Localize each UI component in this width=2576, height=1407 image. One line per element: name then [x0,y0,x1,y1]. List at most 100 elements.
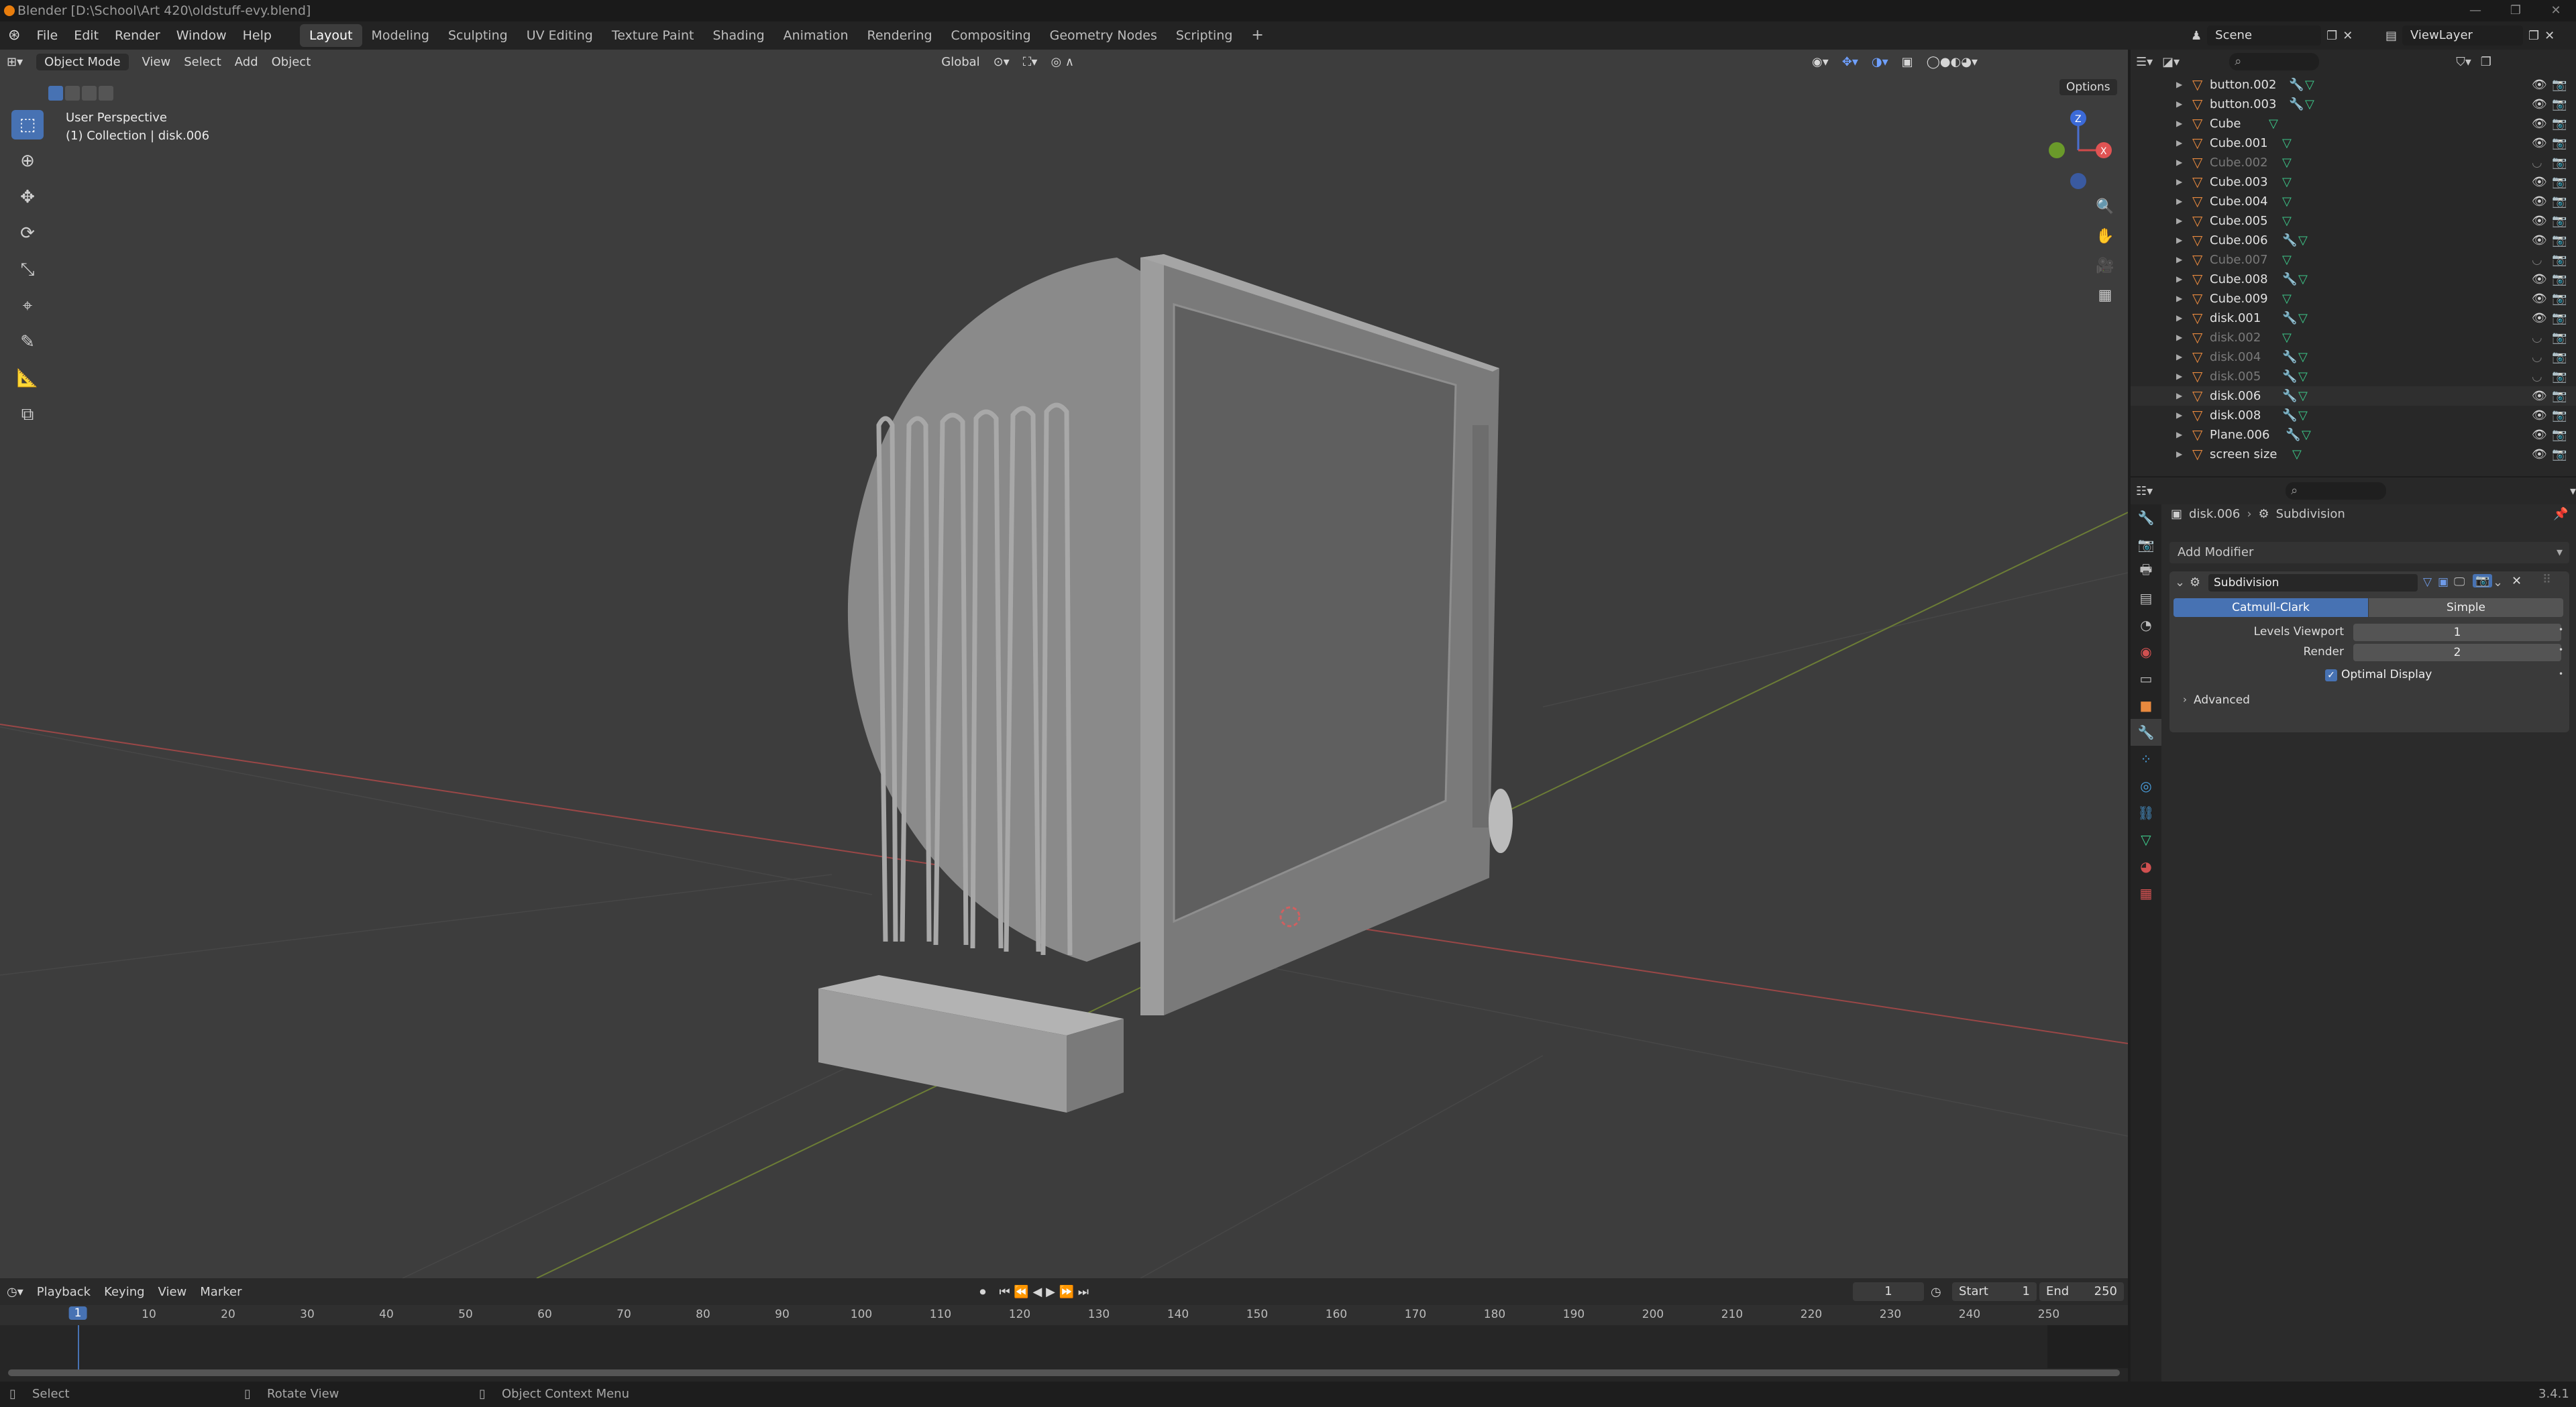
menu-edit[interactable]: Edit [66,21,107,50]
render-camera-icon[interactable]: 📷 [2552,153,2567,172]
outliner-row[interactable]: ▶ ▽ Cube.007 ▽ ◡ 📷 [2131,250,2576,270]
timeline-menu-keying[interactable]: Keying [97,1285,151,1299]
select-new-icon[interactable] [48,86,63,101]
outliner-row[interactable]: ▶ ▽ Cube.009 ▽ 👁 📷 [2131,289,2576,308]
render-camera-icon[interactable]: 📷 [2552,211,2567,231]
outliner-item-name[interactable]: Cube.008 [2210,270,2268,289]
outliner-row[interactable]: ▶ ▽ Cube.002 ▽ ◡ 📷 [2131,153,2576,172]
pin-icon[interactable]: 📌 [2553,507,2568,521]
visibility-eye-icon[interactable]: 👁 [2532,445,2547,464]
display-mode-icon[interactable]: ◪▾ [2162,55,2180,69]
advanced-chevron-icon[interactable]: › [2183,693,2187,706]
outliner-item-name[interactable]: disk.008 [2210,406,2261,425]
modifier-menu-icon[interactable]: ⌄ [2493,575,2503,589]
optimal-display-checkbox[interactable]: ✓ [2325,669,2337,681]
select-invert-icon[interactable] [99,86,113,101]
render-camera-icon[interactable]: 📷 [2552,347,2567,367]
visibility-eye-icon[interactable]: 👁 [2532,95,2547,114]
render-camera-icon[interactable]: 📷 [2552,250,2567,270]
add-workspace-icon[interactable]: + [1242,24,1273,47]
expand-chevron-icon[interactable]: ▶ [2176,328,2182,347]
mesh-data-icon[interactable]: ▽ [2282,153,2292,172]
expand-chevron-icon[interactable]: ▶ [2176,133,2182,153]
expand-chevron-icon[interactable]: ▶ [2176,211,2182,231]
keyframe-dot-icon[interactable]: • [2559,669,2563,679]
drag-handle-icon[interactable]: ⠿ [2542,573,2551,587]
outliner-item-name[interactable]: Cube.009 [2210,289,2268,308]
menu-file[interactable]: File [28,21,66,50]
minimize-button[interactable]: — [2455,0,2496,21]
visibility-eye-icon[interactable]: 👁 [2532,133,2547,153]
expand-chevron-icon[interactable]: ▶ [2176,172,2182,192]
render-toggle-icon[interactable]: 📷 [2473,574,2493,587]
tab-geometry-nodes[interactable]: Geometry Nodes [1040,24,1167,47]
visibility-eye-icon[interactable]: ◡ [2532,250,2542,270]
tab-layout[interactable]: Layout [299,24,362,47]
mesh-data-icon[interactable]: ▽ [2282,133,2292,153]
mesh-data-icon[interactable]: ▽ [2298,308,2308,328]
shading-modes-icon[interactable]: ◯●◐◕▾ [1920,55,1984,69]
start-frame-field[interactable]: Start 1 [1952,1282,2037,1301]
modifier-wrench-icon[interactable]: 🔧 [2282,347,2297,367]
modifier-wrench-icon[interactable]: 🔧 [2282,231,2297,250]
mesh-data-icon[interactable]: ▽ [2282,328,2292,347]
expand-chevron-icon[interactable]: ▶ [2176,114,2182,133]
outliner-editor-icon[interactable]: ☰▾ [2136,55,2153,69]
visibility-eye-icon[interactable]: 👁 [2532,406,2547,425]
expand-chevron-icon[interactable]: ▶ [2176,445,2182,464]
timeline-editor[interactable]: ◷▾ Playback Keying View Marker ⏺ ⏮ ⏪ ◀ ▶… [0,1278,2128,1382]
tab-texture-paint[interactable]: Texture Paint [602,24,704,47]
maximize-button[interactable]: ❐ [2496,0,2536,21]
delete-scene-icon[interactable]: ✕ [2343,29,2353,43]
keyframe-dot-icon[interactable]: • [2559,645,2563,655]
visibility-eye-icon[interactable]: 👁 [2532,114,2547,133]
visibility-eye-icon[interactable]: 👁 [2532,270,2547,289]
tool-tab-icon[interactable]: 🔧 [2131,504,2161,531]
render-camera-icon[interactable]: 📷 [2552,231,2567,250]
outliner-item-name[interactable]: Cube.003 [2210,172,2268,192]
tab-shading[interactable]: Shading [703,24,773,47]
timeline-menu-view[interactable]: View [152,1285,194,1299]
timeline-editor-type-icon[interactable]: ◷▾ [0,1285,30,1299]
outliner-item-name[interactable]: Plane.006 [2210,425,2269,445]
transform-orientation-dropdown[interactable]: Global [934,55,986,69]
expand-chevron-icon[interactable]: ▶ [2176,308,2182,328]
outliner-row[interactable]: ▶ ▽ button.002 🔧 ▽ 👁 📷 [2131,75,2576,95]
tab-compositing[interactable]: Compositing [942,24,1040,47]
modifier-wrench-icon[interactable]: 🔧 [2282,406,2297,425]
delete-viewlayer-icon[interactable]: ✕ [2544,29,2555,43]
snap-icon[interactable]: ⛶▾ [1016,55,1044,69]
render-camera-icon[interactable]: 📷 [2552,75,2567,95]
mesh-data-icon[interactable]: ▽ [2282,289,2292,308]
render-camera-icon[interactable]: 📷 [2552,308,2567,328]
visibility-eye-icon[interactable]: ◡ [2532,328,2542,347]
expand-chevron-icon[interactable]: ▶ [2176,231,2182,250]
expand-chevron-icon[interactable]: ▶ [2176,75,2182,95]
render-camera-icon[interactable]: 📷 [2552,172,2567,192]
expand-chevron-icon[interactable]: ▶ [2176,95,2182,114]
measure-icon[interactable]: 📐 [11,363,44,393]
physics-tab-icon[interactable]: ◎ [2131,773,2161,799]
outliner-item-name[interactable]: disk.002 [2210,328,2261,347]
outliner-row[interactable]: ▶ ▽ disk.001 🔧 ▽ 👁 📷 [2131,308,2576,328]
playback-controls[interactable]: ⏮ ⏪ ◀ ▶ ⏩ ⏭ [992,1285,1095,1299]
mesh-data-icon[interactable]: ▽ [2305,75,2314,95]
select-extend-icon[interactable] [65,86,80,101]
expand-chevron-icon[interactable]: ▶ [2176,192,2182,211]
render-camera-icon[interactable]: 📷 [2552,406,2567,425]
overlays-icon[interactable]: ◑▾ [1865,55,1895,69]
outliner-row[interactable]: ▶ ▽ Cube.001 ▽ 👁 📷 [2131,133,2576,153]
render-camera-icon[interactable]: 📷 [2552,445,2567,464]
menu-render[interactable]: Render [107,21,168,50]
outliner-item-name[interactable]: Cube.002 [2210,153,2268,172]
options-dropdown[interactable]: Options [2059,79,2117,95]
blender-menu-icon[interactable]: ⊛ [0,21,28,50]
new-scene-icon[interactable]: ❐ [2326,29,2337,43]
visibility-eye-icon[interactable]: 👁 [2532,289,2547,308]
current-frame-marker[interactable]: 1 [68,1306,87,1320]
collection-tab-icon[interactable]: ▭ [2131,665,2161,692]
timeline-menu-playback[interactable]: Playback [30,1285,97,1299]
outliner-row[interactable]: ▶ ▽ Cube.004 ▽ 👁 📷 [2131,192,2576,211]
mesh-data-icon[interactable]: ▽ [2298,347,2308,367]
render-camera-icon[interactable]: 📷 [2552,133,2567,153]
